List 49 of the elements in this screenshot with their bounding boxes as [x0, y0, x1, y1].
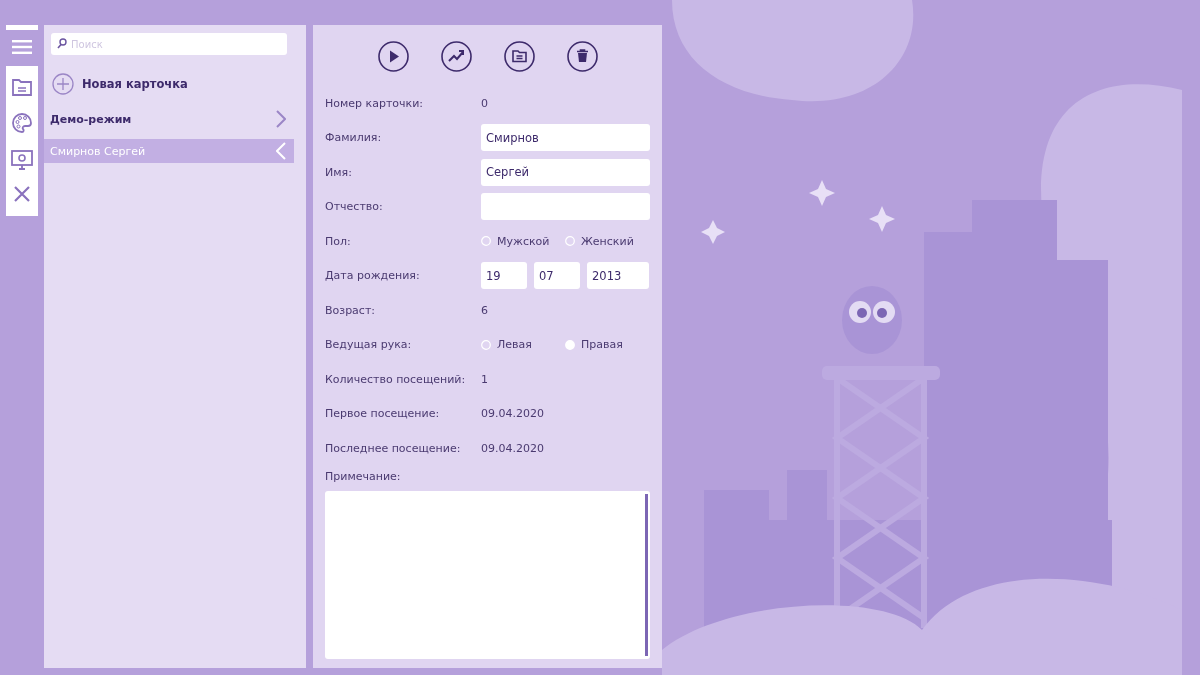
field-value: 1 [481, 372, 488, 386]
close-icon[interactable] [14, 186, 30, 202]
monitor-gear-icon[interactable] [11, 150, 33, 170]
field-label: Ведущая рука: [325, 338, 413, 352]
radio-option[interactable]: Мужской [481, 234, 553, 248]
field-label: Последнее посещение: [325, 441, 462, 455]
field-label: Примечание: [325, 469, 402, 483]
card-list-item[interactable]: Демо-режим [44, 107, 294, 131]
date-field[interactable]: 19 [481, 262, 527, 290]
new-card-link[interactable]: Новая карточка [82, 77, 188, 91]
field-label: Фамилия: [325, 131, 383, 145]
menu-icon[interactable] [12, 40, 32, 54]
plus-circle-icon[interactable] [52, 73, 74, 95]
folder-button[interactable] [503, 41, 535, 72]
field-label: Отчество: [325, 200, 384, 214]
trash-button[interactable] [566, 41, 598, 72]
field-label: Пол: [325, 234, 352, 248]
rail-top-bar [6, 25, 38, 30]
field-label: Первое посещение: [325, 407, 441, 421]
palette-icon[interactable] [11, 112, 33, 134]
text-field[interactable]: Смирнов [481, 124, 650, 152]
field-value: 0 [481, 96, 488, 110]
date-field[interactable]: 07 [534, 262, 580, 290]
folder-icon[interactable] [12, 78, 32, 96]
radio-button[interactable] [565, 339, 575, 350]
field-value: 6 [481, 303, 488, 317]
radio-button[interactable] [481, 339, 491, 350]
radio-option[interactable]: Левая [481, 338, 553, 352]
chevron-right-icon [276, 110, 286, 128]
field-label: Возраст: [325, 303, 376, 317]
chart-line-button[interactable] [440, 41, 472, 72]
field-value: 09.04.2020 [481, 407, 544, 421]
radio-button[interactable] [481, 236, 491, 247]
scrollbar[interactable] [645, 493, 648, 656]
field-label: Номер карточки: [325, 96, 425, 110]
date-field[interactable]: 2013 [587, 262, 649, 290]
play-button[interactable] [377, 41, 409, 72]
field-label: Имя: [325, 165, 353, 179]
radio-option[interactable]: Женский [565, 234, 637, 248]
radio-button[interactable] [565, 236, 575, 247]
text-field[interactable] [481, 193, 650, 221]
search-icon [57, 38, 67, 49]
field-label: Дата рождения: [325, 269, 421, 283]
chevron-left-icon [276, 142, 286, 160]
text-field[interactable]: Сергей [481, 158, 650, 186]
radio-option[interactable]: Правая [565, 338, 637, 352]
field-label: Количество посещений: [325, 372, 467, 386]
field-value: 09.04.2020 [481, 441, 544, 455]
search-field[interactable]: Поиск [51, 33, 287, 55]
